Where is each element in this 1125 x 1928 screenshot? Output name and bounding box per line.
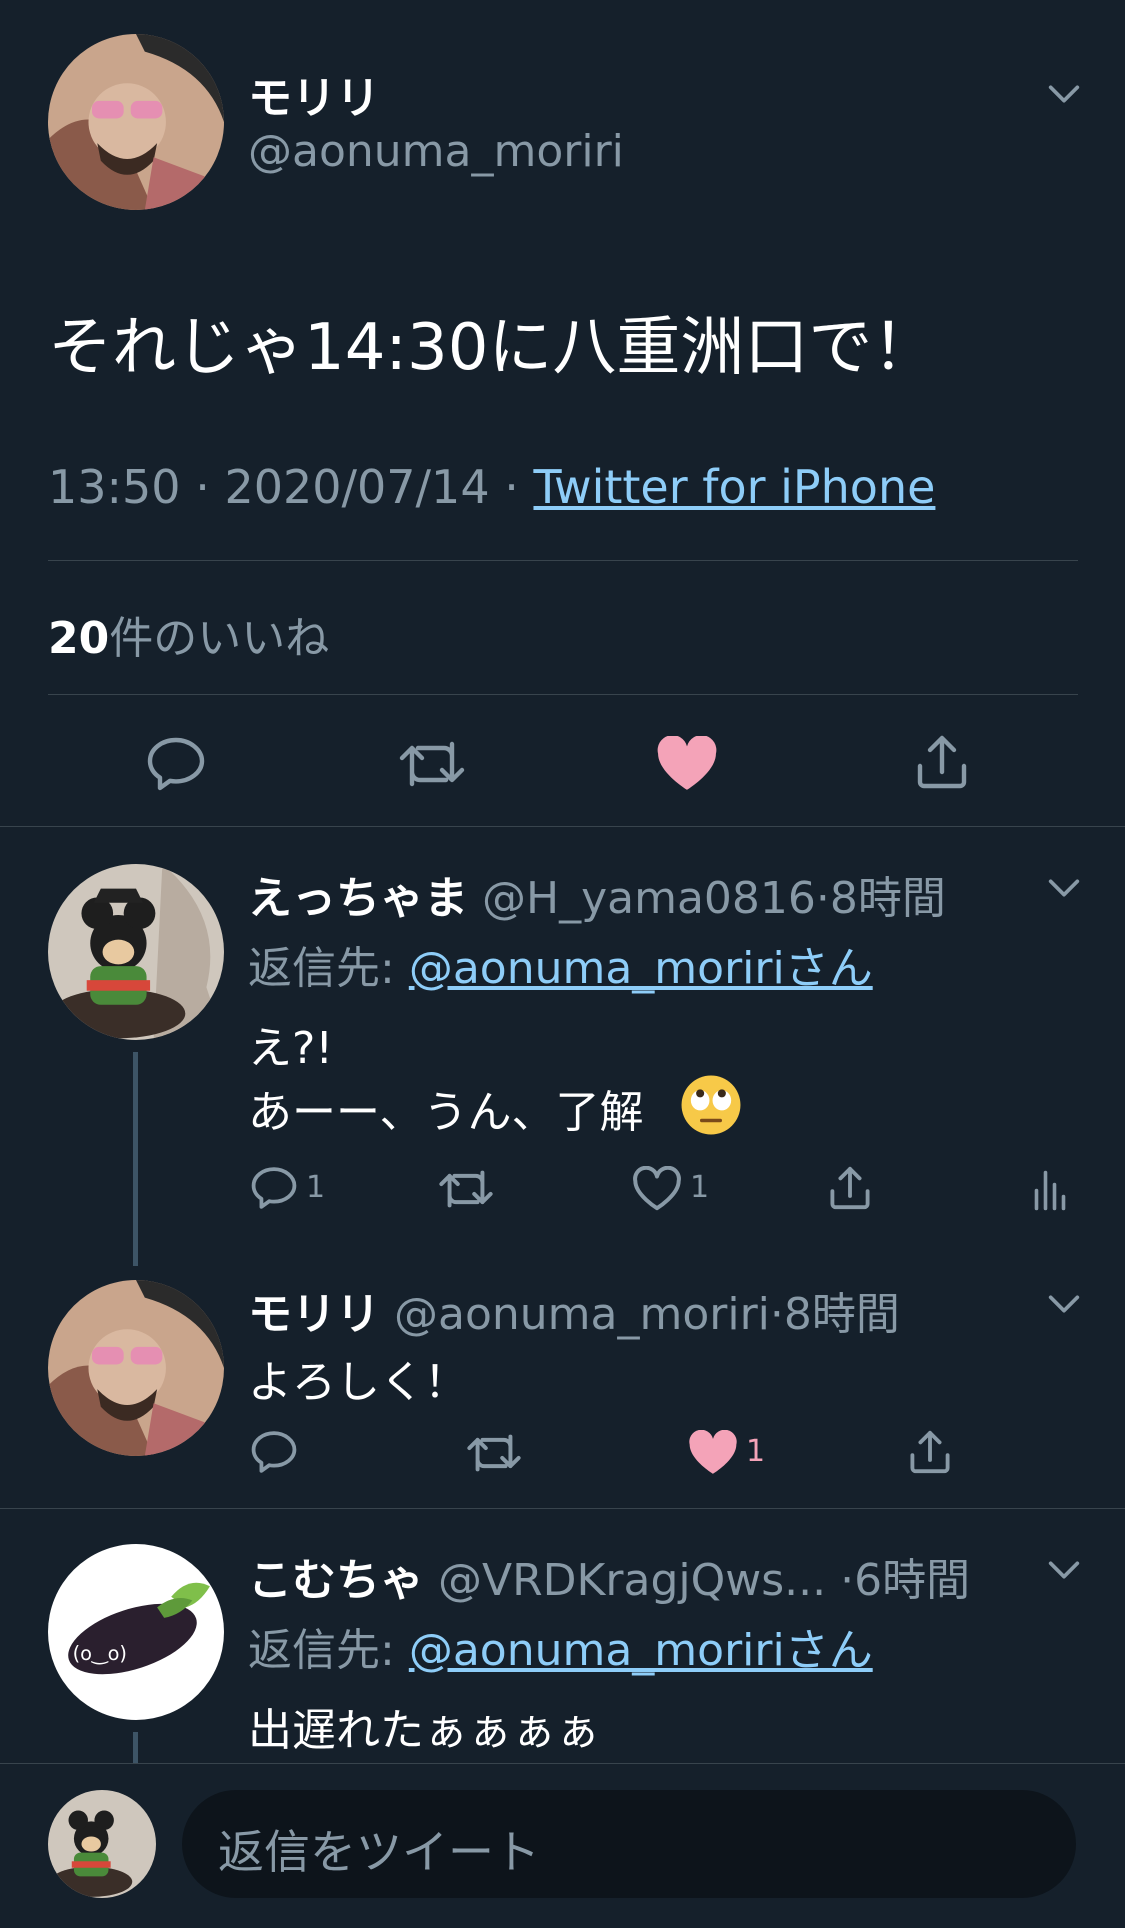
thread-connector [133, 1732, 138, 1763]
current-user-avatar[interactable] [48, 1790, 156, 1898]
author-handle[interactable]: @aonuma_moriri [248, 126, 624, 177]
reply-icon[interactable] [250, 1166, 298, 1210]
reply-to-link[interactable]: @aonuma_moririさん [409, 1625, 873, 1676]
reply-handle[interactable]: @H_yama0816 [482, 873, 816, 924]
retweet-icon[interactable] [438, 1166, 494, 1212]
tweet-menu-chevron-icon[interactable] [1044, 1550, 1084, 1590]
tweet-menu-chevron-icon[interactable] [1044, 868, 1084, 908]
thread-connector [133, 1052, 138, 1266]
reply-time[interactable]: 8時間 [784, 1289, 900, 1340]
reply-to-link[interactable]: @aonuma_moririさん [409, 943, 873, 994]
heart-outline-icon[interactable] [632, 1166, 682, 1212]
reply-text: あーー、うん、了解 [248, 1087, 644, 1138]
reply-to-label: 返信先: [248, 943, 409, 994]
author-avatar[interactable] [48, 34, 224, 210]
divider [0, 826, 1125, 827]
meta-dot: · [840, 1555, 855, 1606]
divider [0, 1508, 1125, 1509]
reply-count: 1 [306, 1170, 326, 1205]
analytics-icon[interactable] [1032, 1166, 1068, 1212]
likes-count: 20 [48, 613, 110, 664]
heart-filled-icon[interactable] [688, 1430, 738, 1476]
meta-separator: · [489, 460, 534, 514]
reply-display-name[interactable]: こむちゃ [248, 1555, 424, 1606]
like-count: 1 [746, 1434, 766, 1469]
tweet-text: それじゃ14:30に八重洲口で！ [48, 311, 937, 385]
reply-icon[interactable] [146, 736, 206, 792]
like-count: 1 [690, 1170, 710, 1205]
reply-time[interactable]: 8時間 [830, 873, 946, 924]
rolling-eyes-emoji-icon [680, 1074, 742, 1136]
retweet-icon[interactable] [398, 736, 466, 792]
reply-header: こむちゃ @VRDKragjQws... ·6時間 [248, 1544, 970, 1608]
reply-handle[interactable]: @aonuma_moriri [394, 1289, 770, 1340]
reply-to-line: 返信先: @aonuma_moririさん [248, 1614, 873, 1678]
retweet-icon[interactable] [466, 1430, 522, 1476]
reply-avatar[interactable] [48, 864, 224, 1040]
reply-input-placeholder: 返信をツイート [218, 1825, 540, 1879]
author-display-name[interactable]: モリリ [248, 62, 380, 126]
share-icon[interactable] [912, 732, 972, 792]
svg-text:(o‿o): (o‿o) [73, 1642, 127, 1665]
reply-to-line: 返信先: @aonuma_moririさん [248, 932, 873, 996]
likes-summary[interactable]: 20件のいいね [48, 602, 329, 666]
tweet-date: 2020/07/14 [224, 460, 490, 514]
reply-to-label: 返信先: [248, 1625, 409, 1676]
heart-filled-icon[interactable] [656, 736, 718, 792]
tweet-meta: 13:50 · 2020/07/14 · Twitter for iPhone [48, 460, 935, 514]
reply-header: モリリ @aonuma_moriri·8時間 [248, 1278, 900, 1342]
reply-display-name[interactable]: えっちゃま [248, 873, 468, 924]
reply-display-name[interactable]: モリリ [248, 1289, 380, 1340]
meta-separator: · [180, 460, 225, 514]
tweet-time: 13:50 [48, 460, 181, 514]
meta-dot: · [769, 1289, 784, 1340]
reply-text-line: え?! [248, 1023, 333, 1074]
reply-avatar[interactable]: (o‿o) [48, 1544, 224, 1720]
tweet-menu-chevron-icon[interactable] [1044, 74, 1084, 114]
reply-text-line: あーー、うん、了解 [248, 1076, 644, 1140]
reply-icon[interactable] [250, 1430, 298, 1474]
reply-avatar[interactable] [48, 1280, 224, 1456]
reply-text-line: よろしく！ [248, 1357, 468, 1408]
reply-header: えっちゃま @H_yama0816·8時間 [248, 862, 946, 926]
divider [48, 560, 1078, 561]
share-icon[interactable] [826, 1164, 874, 1212]
reply-text-line: 出遅れたぁぁぁぁ [248, 1705, 600, 1756]
meta-dot: · [815, 873, 830, 924]
divider [48, 694, 1078, 695]
tweet-menu-chevron-icon[interactable] [1044, 1284, 1084, 1324]
share-icon[interactable] [906, 1428, 954, 1476]
likes-label: 件のいいね [109, 613, 330, 664]
reply-time[interactable]: 6時間 [854, 1555, 970, 1606]
tweet-source-link[interactable]: Twitter for iPhone [533, 460, 935, 514]
reply-handle[interactable]: @VRDKragjQws... [438, 1555, 826, 1606]
